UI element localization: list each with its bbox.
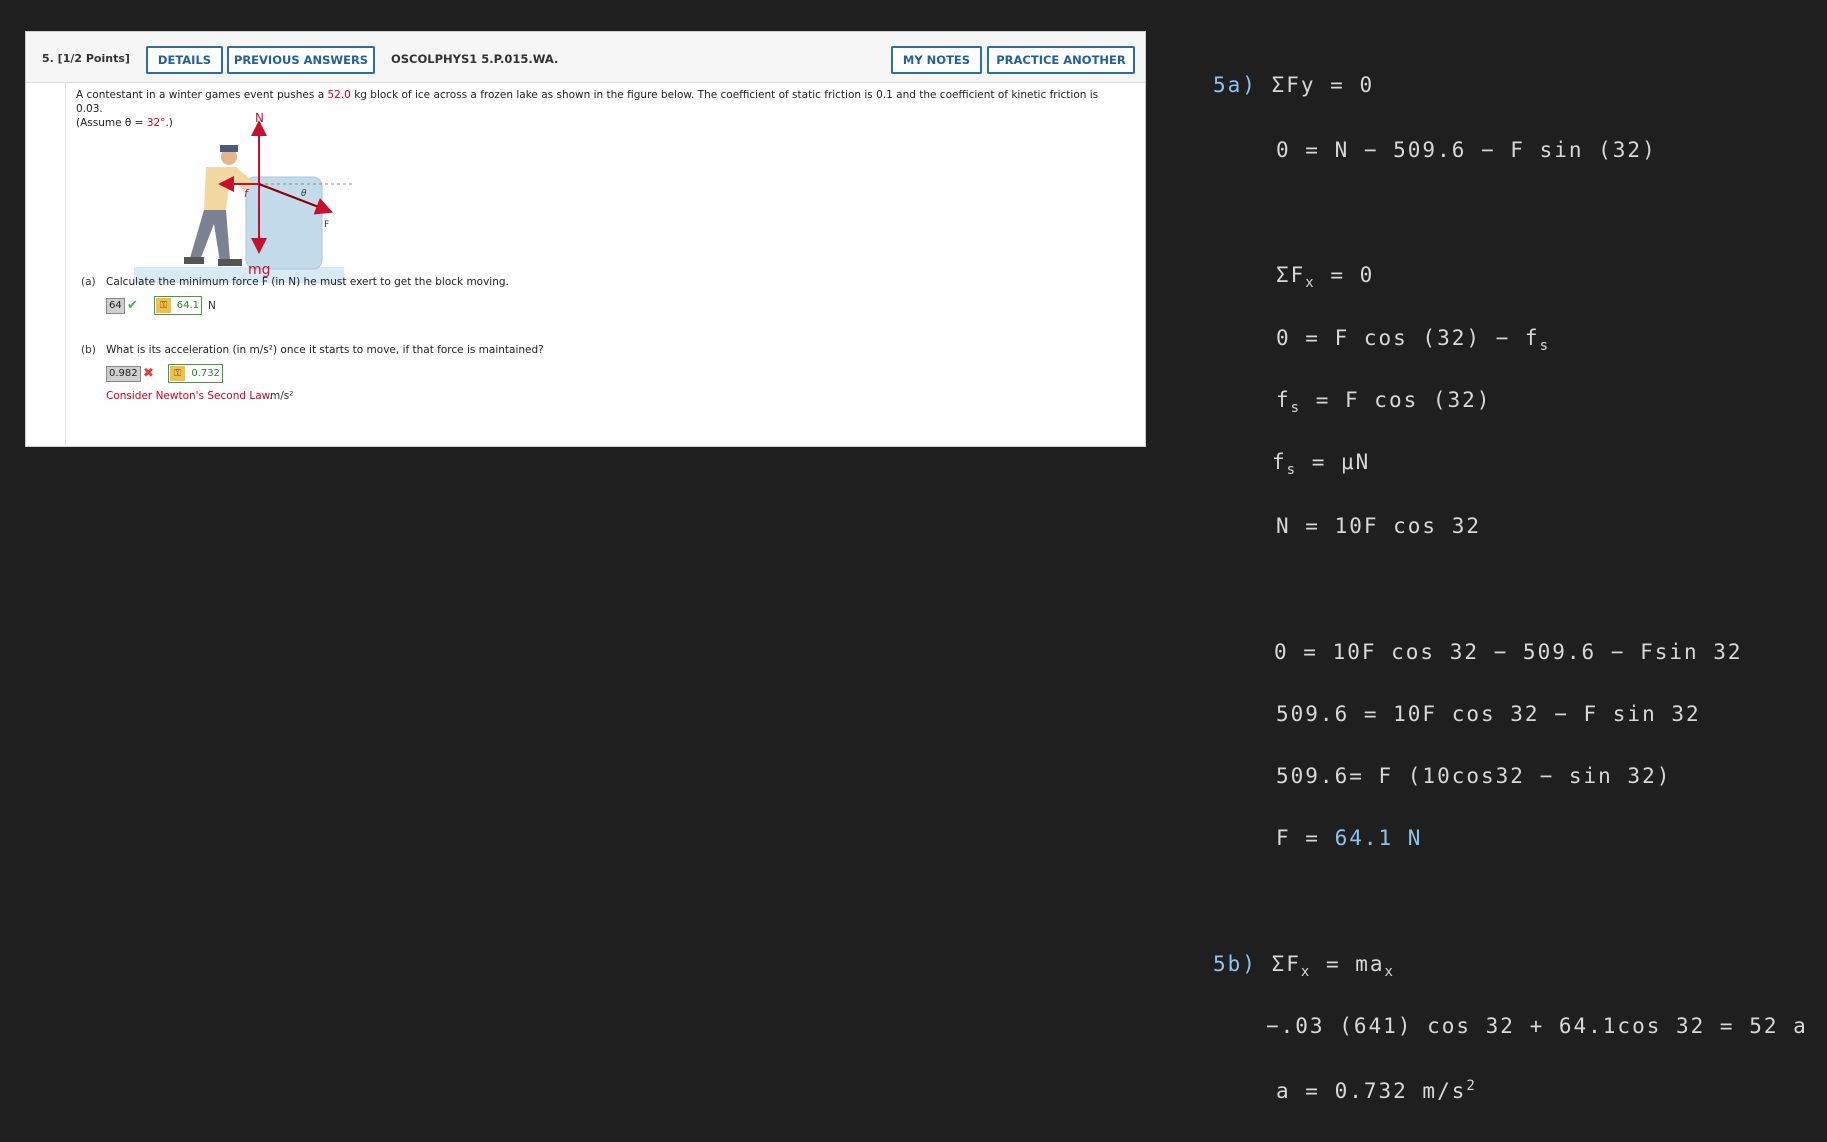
check-icon: ✔	[127, 298, 138, 313]
part-b-submitted-answer[interactable]: 0.982	[106, 366, 141, 382]
note-line-11: F = 64.1 N	[1276, 826, 1422, 850]
part-b-key-answer[interactable]: ⚿ 0.732	[168, 364, 223, 383]
note-line-6: fs = μN	[1272, 450, 1370, 478]
part-b-unit: m/s²	[270, 390, 294, 402]
note-part: ΣF	[1271, 952, 1301, 976]
part-a-question: Calculate the minimum force F (in N) he …	[106, 276, 509, 288]
note-line-10: 509.6= F (10cos32 − sin 32)	[1276, 764, 1672, 788]
note-line-4: 0 = F cos (32) − fs	[1276, 326, 1550, 354]
note-part: f	[1276, 388, 1291, 412]
label-n: N	[255, 112, 264, 125]
key-icon: ⚿	[170, 366, 185, 381]
part-a-key-answer[interactable]: ⚿ 64.1	[154, 296, 202, 315]
note-line-2: 0 = N − 509.6 − F sin (32)	[1276, 138, 1657, 162]
part-b-label: (b)	[81, 344, 96, 356]
note-part: = μN	[1297, 450, 1371, 474]
note-line-14: a = 0.732 m/s2	[1276, 1078, 1477, 1103]
question-code: OSCOLPHYS1 5.P.015.WA.	[391, 52, 559, 66]
note-part: a = 0.732 m/s	[1276, 1079, 1467, 1103]
key-icon: ⚿	[156, 298, 171, 313]
label-applied-f: F	[324, 220, 329, 230]
note-sub: x	[1384, 964, 1395, 981]
mass-value: 52.0	[327, 89, 351, 101]
note-line-9: 509.6 = 10F cos 32 − F sin 32	[1276, 702, 1701, 726]
practice-another-button[interactable]: PRACTICE ANOTHER	[987, 46, 1135, 74]
note-label-5b: 5b)	[1213, 952, 1257, 976]
question-number: 5. [1/2 Points]	[42, 52, 130, 65]
note-sub: s	[1286, 462, 1298, 479]
note-part: 0 = F cos (32) − f	[1276, 326, 1540, 350]
note-sub: s	[1539, 338, 1551, 355]
part-a-label: (a)	[81, 276, 96, 288]
note-line-3: ΣFx = 0	[1276, 263, 1374, 291]
note-line-7: N = 10F cos 32	[1276, 514, 1482, 538]
part-a-key-value: 64.1	[176, 300, 199, 311]
note-sub: x	[1300, 964, 1312, 981]
note-part: = ma	[1311, 952, 1385, 976]
note-line-12: 5b) ΣFx = max	[1213, 952, 1395, 980]
question-header: 5. [1/2 Points] DETAILS PREVIOUS ANSWERS…	[26, 32, 1145, 83]
part-b-hint: Consider Newton's Second Law.	[106, 390, 273, 402]
note-part: = F cos (32)	[1301, 388, 1492, 412]
note-line-5: fs = F cos (32)	[1276, 388, 1491, 416]
x-icon: ✖	[143, 366, 154, 381]
question-panel: 5. [1/2 Points] DETAILS PREVIOUS ANSWERS…	[25, 31, 1146, 447]
note-eq: ΣFy = 0	[1271, 73, 1375, 97]
note-sup: 2	[1466, 1078, 1477, 1094]
previous-answers-button[interactable]: PREVIOUS ANSWERS	[227, 46, 375, 74]
note-part: = 0	[1315, 263, 1375, 287]
note-part: f	[1272, 450, 1287, 474]
ice-block	[245, 176, 323, 270]
part-a-unit: N	[208, 300, 216, 312]
note-sub: x	[1305, 275, 1316, 292]
prompt-text: A contestant in a winter games event pus…	[76, 89, 328, 101]
person-pushing	[184, 145, 256, 266]
note-line-1: 5a) ΣFy = 0	[1213, 73, 1374, 97]
note-answer-a: 64.1 N	[1334, 826, 1423, 850]
my-notes-button[interactable]: MY NOTES	[891, 46, 982, 74]
physics-figure: N f mg θ F	[134, 112, 354, 283]
note-part: ΣF	[1276, 263, 1306, 287]
part-a-submitted-answer[interactable]: 64	[106, 298, 125, 314]
details-button[interactable]: DETAILS	[146, 46, 223, 74]
part-b-question: What is its acceleration (in m/s²) once …	[106, 344, 544, 356]
note-line-8: 0 = 10F cos 32 − 509.6 − Fsin 32	[1274, 640, 1743, 664]
part-b-key-value: 0.732	[191, 368, 220, 379]
note-sub: s	[1290, 400, 1302, 417]
label-theta: θ	[301, 189, 307, 199]
left-rule	[65, 82, 66, 447]
note-label-5a: 5a)	[1213, 73, 1257, 97]
note-part: F =	[1276, 826, 1335, 850]
note-line-13: −.03 (641) cos 32 + 64.1cos 32 = 52 a	[1266, 1014, 1808, 1038]
